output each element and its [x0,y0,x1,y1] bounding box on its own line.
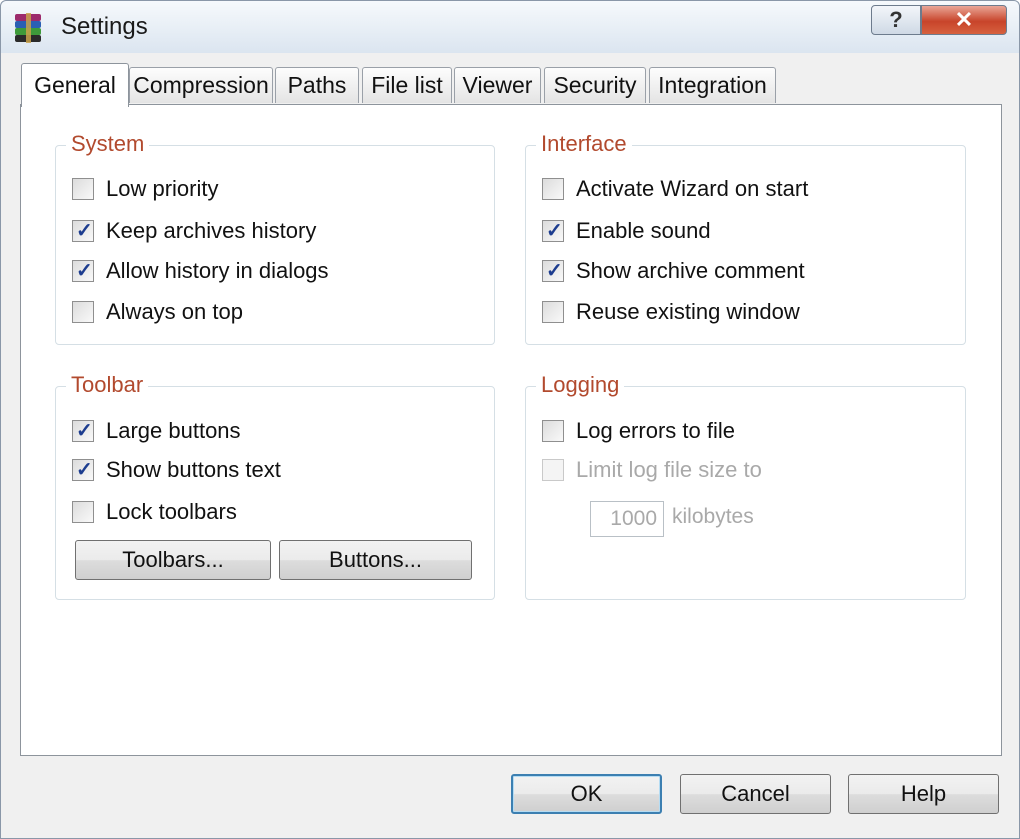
logging-group: Logging Log errors to file Limit log fil… [525,372,966,600]
checkbox-box[interactable] [542,178,564,200]
limit-log-file-size-checkbox: Limit log file size to [542,455,762,485]
question-mark-icon: ? [889,7,903,32]
interface-group: Interface Activate Wizard on start Enabl… [525,131,966,345]
settings-window: Settings ? ✕ General Compression Paths F… [0,0,1020,839]
tab-viewer[interactable]: Viewer [454,67,541,103]
checkbox-box[interactable] [542,420,564,442]
toolbar-group-label: Toolbar [66,372,149,398]
checkbox-box[interactable] [72,418,94,443]
large-buttons-checkbox[interactable]: Large buttons [72,416,241,446]
toolbar-group: Toolbar Large buttons Show buttons text … [55,372,495,600]
title-close-button[interactable]: ✕ [921,5,1007,35]
toolbars-button[interactable]: Toolbars... [75,540,271,580]
low-priority-checkbox[interactable]: Low priority [72,174,218,204]
help-button[interactable]: Help [848,774,999,814]
ok-button[interactable]: OK [511,774,662,814]
checkbox-box [542,459,564,481]
tab-integration[interactable]: Integration [649,67,776,103]
winrar-app-icon [15,13,41,43]
show-buttons-text-checkbox[interactable]: Show buttons text [72,455,281,485]
tab-paths[interactable]: Paths [275,67,359,103]
checkbox-box[interactable] [72,178,94,200]
lock-toolbars-checkbox[interactable]: Lock toolbars [72,497,237,527]
interface-group-label: Interface [536,131,632,157]
checkbox-box[interactable] [72,457,94,482]
checkbox-box[interactable] [72,501,94,523]
general-tab-panel: System Low priority Keep archives histor… [20,104,1002,756]
tab-compression[interactable]: Compression [129,67,273,103]
tab-security[interactable]: Security [544,67,646,103]
checkbox-box[interactable] [72,258,94,283]
log-size-unit-label: kilobytes [672,505,754,528]
system-group: System Low priority Keep archives histor… [55,131,495,345]
title-help-button[interactable]: ? [871,5,921,35]
activate-wizard-checkbox[interactable]: Activate Wizard on start [542,174,808,204]
show-archive-comment-checkbox[interactable]: Show archive comment [542,256,805,286]
logging-group-label: Logging [536,372,625,398]
checkbox-box[interactable] [72,301,94,323]
buttons-button[interactable]: Buttons... [279,540,472,580]
always-on-top-checkbox[interactable]: Always on top [72,297,243,327]
window-title: Settings [61,13,148,40]
tab-file-list[interactable]: File list [362,67,452,103]
cancel-button[interactable]: Cancel [680,774,831,814]
log-size-input [590,501,664,537]
reuse-existing-window-checkbox[interactable]: Reuse existing window [542,297,800,327]
checkbox-box[interactable] [542,258,564,283]
close-icon: ✕ [954,7,974,32]
keep-archives-history-checkbox[interactable]: Keep archives history [72,216,316,246]
log-errors-to-file-checkbox[interactable]: Log errors to file [542,416,735,446]
system-group-label: System [66,131,150,157]
allow-history-in-dialogs-checkbox[interactable]: Allow history in dialogs [72,256,329,286]
checkbox-box[interactable] [542,218,564,243]
title-bar[interactable]: Settings ? ✕ [1,1,1019,53]
tab-general[interactable]: General [21,63,129,107]
checkbox-box[interactable] [72,218,94,243]
checkbox-box[interactable] [542,301,564,323]
enable-sound-checkbox[interactable]: Enable sound [542,216,711,246]
